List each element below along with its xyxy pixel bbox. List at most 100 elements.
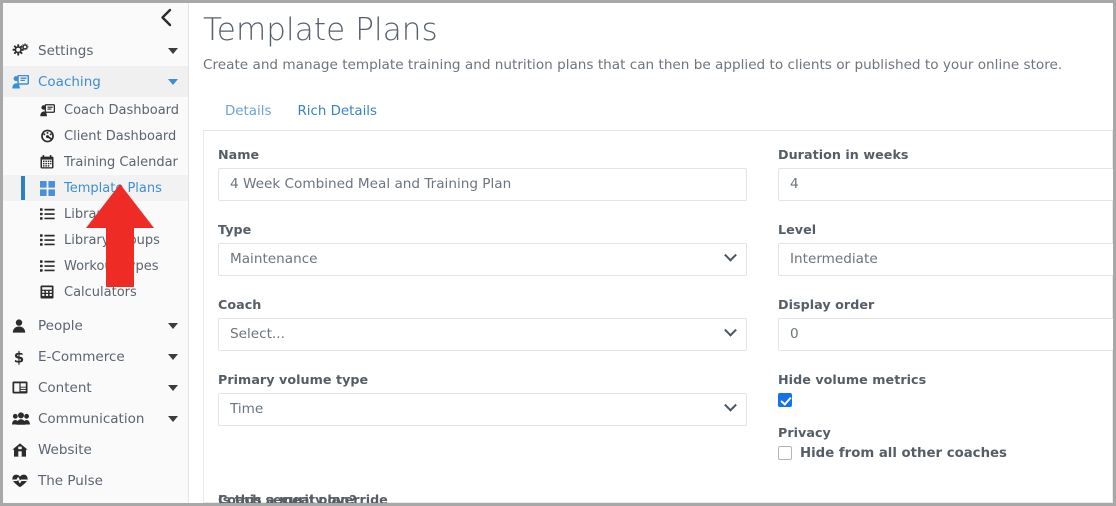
field-label: Level [778,222,1113,237]
field-label: Coach [218,297,750,312]
name-input[interactable]: 4 Week Combined Meal and Training Plan [218,168,747,201]
chevron-down-icon[interactable] [168,416,178,422]
screenshot-frame: Settings Coaching [0,0,1116,506]
privacy-row: Hide from all other coaches [778,446,1113,461]
tab-bar: Details Rich Details [203,98,1113,131]
sidebar-item-template-plans[interactable]: Template Plans [3,175,188,201]
sidebar-item-library-groups[interactable]: Library Groups [3,227,188,253]
page-subtitle: Create and manage template training and … [203,57,1113,73]
sidebar-group-e-commerce[interactable]: $ E-Commerce [3,341,188,372]
input-value: 0 [790,326,799,342]
sidebar-item-library[interactable]: Library [3,201,188,227]
sidebar-group-coaching[interactable]: Coaching [3,66,188,97]
type-select[interactable]: Maintenance [218,243,747,276]
field-label: Primary volume type [218,372,750,387]
duration-in-weeks-input[interactable]: 4 [778,168,1113,201]
list-icon [40,234,62,246]
sidebar-item-label: Template Plans [62,181,162,196]
chevron-down-icon[interactable] [168,79,178,85]
page-title: Template Plans [203,11,1113,50]
heart-pulse-icon [12,474,36,488]
sidebar-item-calculators[interactable]: Calculators [3,279,188,305]
select-value: Maintenance [230,251,318,267]
tab-rich-details[interactable]: Rich Details [284,98,390,130]
sidebar-group-label: Coaching [36,74,168,90]
sidebar-item-training-calendar[interactable]: Training Calendar [3,149,188,175]
sidebar-item-workout-types[interactable]: Workout Types [3,253,188,279]
field-coach: Coach Select... [218,297,750,351]
main-content: Template Plans Create and manage templat… [189,3,1113,503]
newspaper-icon [12,381,36,394]
sidebar-group-label: Settings [36,43,168,59]
sidebar-collapse-row [3,3,188,35]
field-level: Level Intermediate [778,222,1113,276]
display-order-input[interactable]: 0 [778,318,1113,351]
sidebar-group-communication[interactable]: Communication [3,403,188,434]
chevron-down-icon[interactable] [168,323,178,329]
list-icon [40,208,62,220]
coach-select[interactable]: Select... [218,318,747,351]
field-label: Name [218,147,750,162]
tab-details[interactable]: Details [212,98,284,130]
input-value: 4 [790,176,799,192]
field-hide-volume-metrics: Hide volume metrics [778,372,1113,407]
sidebar-group-the-pulse[interactable]: The Pulse [3,465,188,496]
sidebar-group-people[interactable]: People [3,310,188,341]
sidebar-group-label: E-Commerce [36,349,168,365]
field-label: Duration in weeks [778,147,1113,162]
field-label: Hide volume metrics [778,372,1113,387]
chevron-left-glyph [159,8,172,27]
calendar-icon [40,155,62,169]
chevron-down-icon [724,249,737,262]
sidebar-item-coach-dashboard[interactable]: Coach Dashboard [3,97,188,123]
chevron-down-icon [724,399,737,412]
field-duration-in-weeks: Duration in weeks 4 [778,147,1113,201]
gears-icon [12,43,36,58]
sidebar-item-label: Workout Types [62,259,159,274]
sidebar-item-client-dashboard[interactable]: Client Dashboard [3,123,188,149]
field-primary-volume-type: Primary volume type Time [218,372,750,426]
hide-volume-metrics-row [778,393,1113,407]
chevron-down-icon[interactable] [168,354,178,360]
home-icon [12,443,36,457]
chalkboard-user-icon [12,75,36,89]
form-column-left: Name 4 Week Combined Meal and Training P… [204,131,764,502]
calculator-icon [40,285,62,299]
chalkboard-user-icon [40,104,62,117]
field-label-is-this-a-meal-plan: Is this a meal plan? [218,492,357,503]
field-label: Privacy [778,425,1113,440]
user-icon [12,319,36,333]
hide-from-other-coaches-checkbox[interactable] [778,446,792,460]
users-group-icon [12,412,36,425]
svg-text:$: $ [14,349,24,365]
sidebar-group-website[interactable]: Website [3,434,188,465]
field-display-order: Display order 0 [778,297,1113,351]
list-icon [40,260,62,272]
level-input[interactable]: Intermediate [778,243,1113,276]
field-label: Display order [778,297,1113,312]
gauge-icon [40,129,62,143]
sidebar-group-label: Website [36,442,178,458]
select-value: Time [230,401,263,417]
field-label: Type [218,222,750,237]
field-name: Name 4 Week Combined Meal and Training P… [218,147,750,201]
sidebar-item-label: Client Dashboard [62,129,176,144]
sidebar-group-label: The Pulse [36,473,178,489]
sidebar-item-label: Coach Dashboard [62,103,179,118]
sidebar-item-label: Library Groups [62,233,160,248]
chevron-down-icon[interactable] [168,385,178,391]
sidebar-group-settings[interactable]: Settings [3,35,188,66]
sidebar-group-content[interactable]: Content [3,372,188,403]
sidebar: Settings Coaching [3,3,189,503]
chevron-left-icon[interactable] [159,8,172,31]
sidebar-item-label: Library [62,207,109,222]
sidebar-group-label: People [36,318,168,334]
sidebar-group-label: Communication [36,411,168,427]
sidebar-group-label: Content [36,380,168,396]
primary-volume-type-select[interactable]: Time [218,393,747,426]
form-column-right: Duration in weeks 4 Level Intermediate [764,131,1113,502]
field-type: Type Maintenance [218,222,750,276]
chevron-down-icon[interactable] [168,48,178,54]
hide-volume-metrics-checkbox[interactable] [778,393,792,407]
dollar-icon: $ [12,349,36,365]
